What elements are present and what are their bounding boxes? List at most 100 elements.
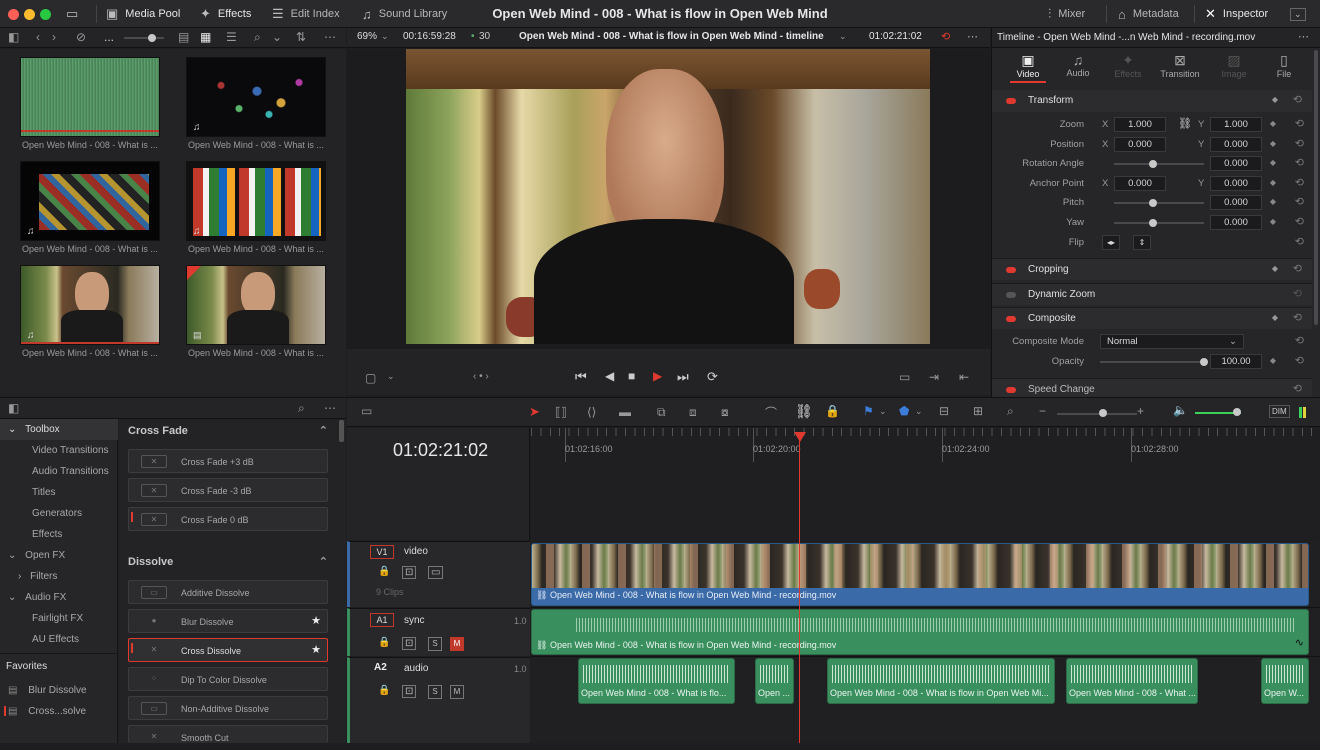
minimize-window-button[interactable] <box>24 9 35 20</box>
media-pool-button[interactable]: ▣ Media Pool <box>106 0 180 28</box>
zoom-y-field[interactable]: 1.000 <box>1210 117 1262 132</box>
inspector-scrollbar[interactable] <box>1314 50 1318 325</box>
more-options-icon[interactable]: ⋯ <box>1298 30 1309 43</box>
track-name[interactable]: sync <box>404 615 425 626</box>
effects-scrollbar[interactable] <box>339 420 344 442</box>
metadata-button[interactable]: ⌂ Metadata <box>1118 0 1179 28</box>
tree-item-audio-fx[interactable]: ⌄ Audio FX <box>0 587 118 608</box>
audio-clip[interactable]: Open Web Mind - 008 - What is flow in Op… <box>827 658 1055 704</box>
viewer-zoom[interactable]: 69% <box>357 31 377 42</box>
link-icon[interactable]: ⛓ <box>1178 117 1192 130</box>
speaker-icon[interactable]: 🔈 <box>1173 403 1188 417</box>
tree-item-filters[interactable]: › Filters <box>0 566 118 587</box>
inspector-button[interactable]: ✕ Inspector <box>1205 0 1268 28</box>
list-view-icon[interactable]: ☰ <box>226 30 237 44</box>
mute-button[interactable]: M <box>450 637 464 651</box>
effect-additive-dissolve[interactable]: ▭ Additive Dissolve <box>128 580 328 604</box>
playhead-handle[interactable] <box>794 432 806 442</box>
link-icon[interactable]: ⊘ <box>76 30 86 44</box>
tab-image[interactable]: ▨ Image <box>1208 52 1260 88</box>
composite-mode-select[interactable]: Normal ⌄ <box>1100 334 1244 349</box>
insert-clip-icon[interactable]: ⧉ <box>657 405 666 420</box>
media-clip-thumbnail[interactable]: ♫ <box>20 161 160 241</box>
effects-button[interactable]: ✦ Effects <box>200 0 251 28</box>
workspace-switcher-icon[interactable]: ▭ <box>66 0 78 28</box>
marker-icon[interactable]: ⬟ <box>899 404 909 418</box>
reset-icon[interactable]: ⟲ <box>1293 93 1302 106</box>
yaw-field[interactable]: 0.000 <box>1210 215 1262 230</box>
favorite-star-icon[interactable]: ★ <box>311 643 321 656</box>
enable-toggle[interactable] <box>1006 98 1016 104</box>
keyframe-diamond-icon[interactable]: ◆ <box>1270 217 1276 226</box>
effect-cross-fade-minus3[interactable]: ✕ Cross Fade -3 dB <box>128 478 328 502</box>
play-reverse-icon[interactable]: ◀ <box>605 369 614 383</box>
reset-icon[interactable]: ⟲ <box>1293 262 1302 275</box>
keyframe-diamond-icon[interactable]: ◆ <box>1272 313 1278 322</box>
dynamic-zoom-header[interactable]: Dynamic Zoom ⟲ <box>992 283 1312 305</box>
keyframe-diamond-icon[interactable]: ◆ <box>1272 264 1278 273</box>
sort-icon[interactable]: ⇅ <box>296 30 306 44</box>
reset-icon[interactable]: ⟲ <box>1295 195 1304 208</box>
track-target-a2[interactable]: A2 <box>374 662 387 673</box>
pitch-field[interactable]: 0.000 <box>1210 195 1262 210</box>
zoom-detail-icon[interactable]: ⊞ <box>973 404 983 418</box>
slider-knob[interactable] <box>1099 409 1107 417</box>
tab-audio[interactable]: ♫ Audio <box>1052 52 1104 88</box>
tree-item-audio-transitions[interactable]: Audio Transitions <box>0 461 118 482</box>
cross-fade-heading[interactable]: Cross Fade ⌃ <box>120 420 336 442</box>
effect-cross-fade-plus3[interactable]: ✕ Cross Fade +3 dB <box>128 449 328 473</box>
chevron-down-icon[interactable]: ⌄ <box>387 371 395 382</box>
lock-icon[interactable]: 🔒 <box>378 566 390 577</box>
slider-knob[interactable] <box>1149 219 1157 227</box>
timeline-playhead[interactable] <box>799 438 800 743</box>
tree-item-toolbox[interactable]: ⌄ Toolbox <box>0 419 118 440</box>
reset-icon[interactable]: ⟲ <box>1295 137 1304 150</box>
match-frame-icon[interactable]: ▭ <box>899 370 910 384</box>
chevron-down-icon[interactable]: ⌄ <box>915 406 923 417</box>
pitch-slider[interactable] <box>1114 202 1204 204</box>
keyframe-diamond-icon[interactable]: ◆ <box>1270 197 1276 206</box>
mute-button[interactable]: M <box>450 685 464 699</box>
tree-item-open-fx[interactable]: ⌄ Open FX <box>0 545 118 566</box>
tree-item-au-effects[interactable]: AU Effects <box>0 629 118 650</box>
chevron-down-icon[interactable]: ⌄ <box>879 406 887 417</box>
lock-icon[interactable]: 🔒 <box>378 637 390 648</box>
effect-cross-fade-0[interactable]: ✕ Cross Fade 0 dB <box>128 507 328 531</box>
last-frame-icon[interactable]: ⏭ <box>677 369 689 385</box>
tab-file[interactable]: ▯ File <box>1258 52 1310 88</box>
forward-icon[interactable]: › <box>52 30 56 44</box>
tab-video[interactable]: ▣ Video <box>1002 52 1054 88</box>
favorite-star-icon[interactable]: ★ <box>311 614 321 627</box>
reset-icon[interactable]: ⟲ <box>1295 235 1304 248</box>
reset-icon[interactable]: ⟲ <box>1295 117 1304 130</box>
reset-icon[interactable]: ⟲ <box>1293 311 1302 324</box>
overwrite-clip-icon[interactable]: ⧈ <box>689 405 697 420</box>
keyframe-diamond-icon[interactable]: ◆ <box>1270 178 1276 187</box>
search-options-chevron-icon[interactable]: ⌄ <box>272 30 282 44</box>
bin-path[interactable]: ... <box>104 30 114 44</box>
solo-button[interactable]: S <box>428 637 442 651</box>
mixer-button[interactable]: ⫶ Mixer <box>1048 0 1085 28</box>
search-icon[interactable]: ⌕ <box>298 401 305 416</box>
track-target-a1[interactable]: A1 <box>370 613 394 627</box>
effect-blur-dissolve[interactable]: ● Blur Dissolve ★ <box>128 609 328 633</box>
auto-select-icon[interactable]: ⊡ <box>402 637 417 650</box>
first-frame-icon[interactable]: ⏮ <box>575 369 587 385</box>
sidebar-toggle-icon[interactable]: ◧ <box>8 401 19 415</box>
search-icon[interactable]: ⌕ <box>254 30 261 45</box>
track-name[interactable]: audio <box>404 663 428 674</box>
auto-select-icon[interactable]: ⊡ <box>402 566 417 579</box>
position-y-field[interactable]: 0.000 <box>1210 137 1262 152</box>
slider-knob[interactable] <box>1149 199 1157 207</box>
thumbnail-size-knob[interactable] <box>148 34 156 42</box>
enable-toggle[interactable] <box>1006 387 1016 393</box>
track-enable-icon[interactable]: ▭ <box>428 566 444 579</box>
grid-view-icon[interactable]: ▦ <box>200 30 211 44</box>
video-clip[interactable]: ⛓ Open Web Mind - 008 - What is flow in … <box>531 543 1309 606</box>
media-clip-thumbnail[interactable] <box>20 57 160 137</box>
effect-cross-dissolve[interactable]: ✕ Cross Dissolve ★ <box>128 638 328 662</box>
dynamic-trim-icon[interactable]: ⟨⟩ <box>587 405 596 419</box>
tree-item-effects[interactable]: Effects <box>0 524 118 545</box>
replace-clip-icon[interactable]: ⧇ <box>721 405 729 420</box>
linked-selection-icon[interactable]: ⛓ <box>795 403 813 420</box>
